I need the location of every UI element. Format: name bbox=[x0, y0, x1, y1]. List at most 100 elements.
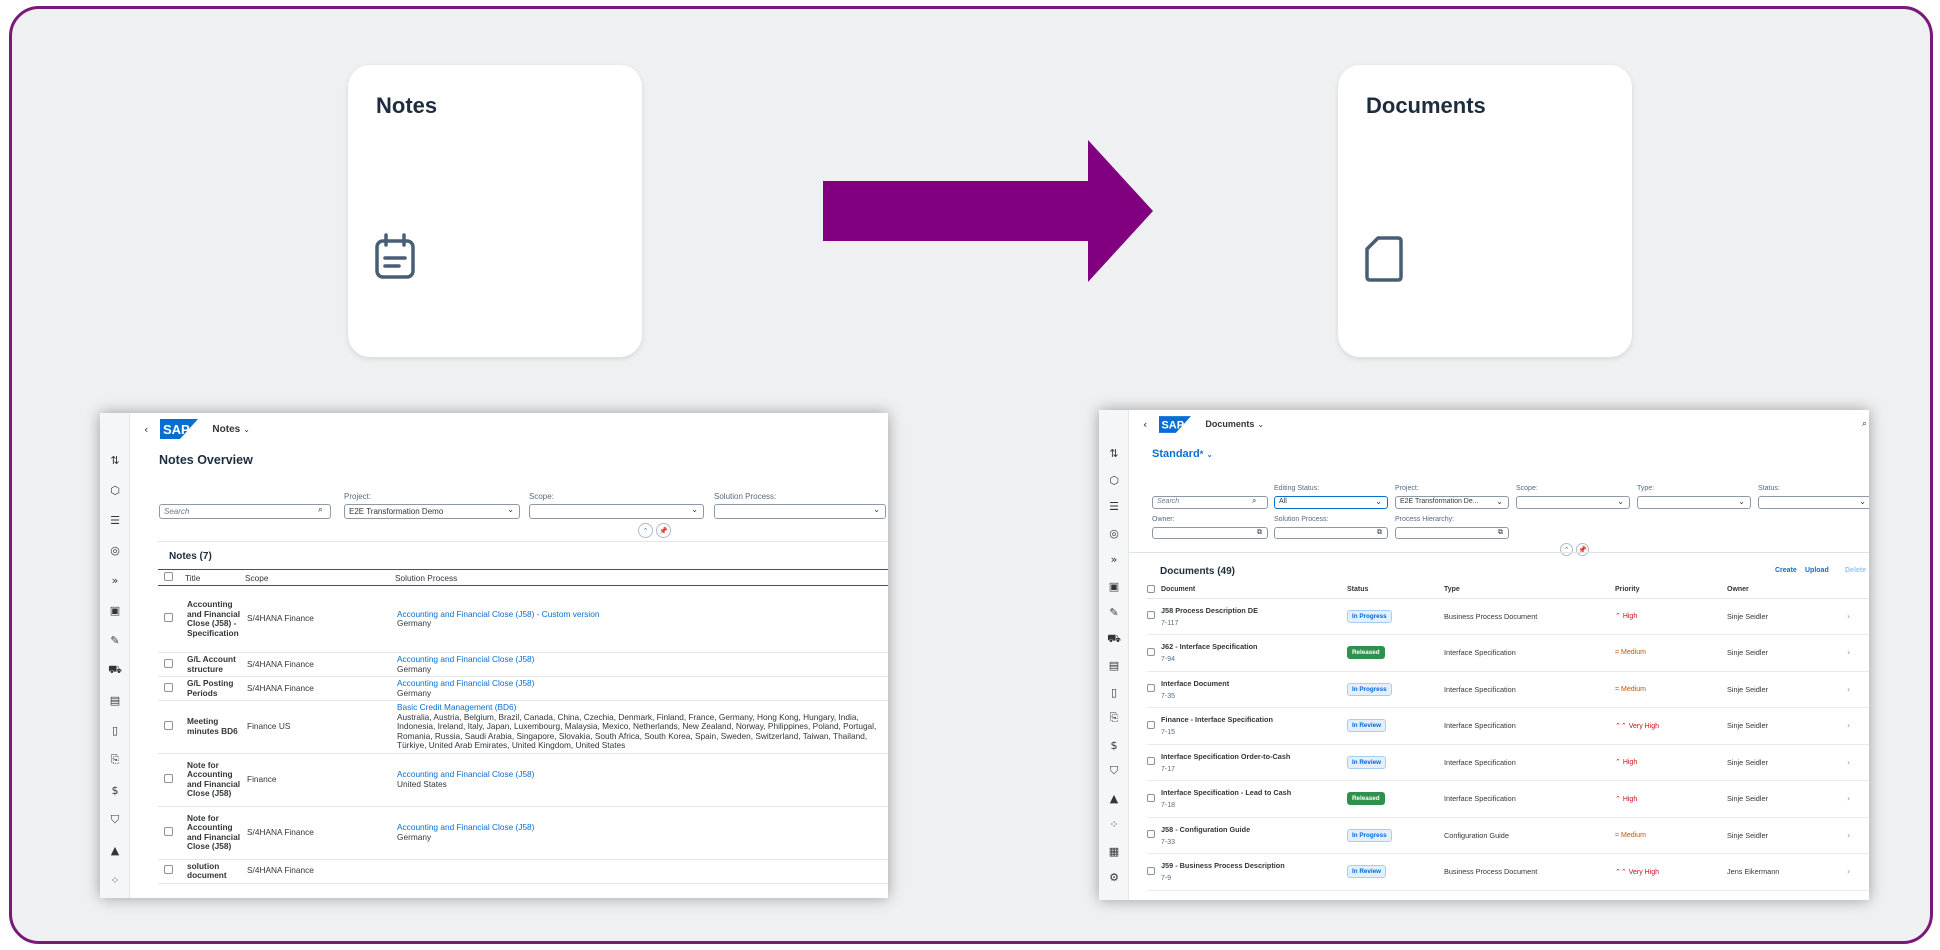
app-title[interactable]: Notes bbox=[212, 424, 240, 435]
warning-icon[interactable]: ▲ bbox=[106, 841, 124, 859]
warning-icon[interactable]: ▲ bbox=[1105, 789, 1123, 807]
column-header[interactable]: Solution Process bbox=[395, 569, 888, 586]
project-select[interactable]: E2E Transformation Demo ⌄ bbox=[344, 504, 520, 519]
table-row[interactable]: J58 - Configuration Guide 7-33 In Progres… bbox=[1147, 817, 1869, 854]
notes-tile[interactable]: Notes bbox=[348, 65, 642, 357]
solution-process-link[interactable]: Accounting and Financial Close (J58) bbox=[397, 654, 886, 665]
solution-process-link[interactable]: Accounting and Financial Close (J58) - C… bbox=[397, 609, 886, 620]
table-row[interactable]: J59 - Business Process Description 7-9 In… bbox=[1147, 853, 1869, 891]
table-row[interactable]: Interface Specification Order-to-Cash 7-1… bbox=[1147, 744, 1869, 781]
variant-selector[interactable]: Standard* ⌄ bbox=[1152, 448, 1213, 460]
column-header[interactable]: Scope bbox=[245, 569, 395, 586]
row-checkbox[interactable] bbox=[1147, 757, 1155, 766]
upload-button[interactable]: Upload bbox=[1805, 567, 1829, 574]
process-hierarchy-input[interactable]: ⧉ bbox=[1395, 527, 1509, 539]
notes-calendar-icon[interactable]: ▤ bbox=[1105, 656, 1123, 674]
documents-tile[interactable]: Documents bbox=[1338, 65, 1632, 357]
row-checkbox[interactable] bbox=[164, 682, 173, 692]
presentation-icon[interactable]: ▣ bbox=[106, 601, 124, 619]
pin-icon[interactable]: 📌 bbox=[656, 523, 671, 538]
back-icon[interactable]: ‹ bbox=[144, 423, 148, 436]
clipboard-icon[interactable]: ⎘ bbox=[1105, 709, 1123, 727]
process-icon[interactable]: » bbox=[1105, 550, 1123, 568]
collapse-filter-icon[interactable]: ⌃ bbox=[638, 523, 653, 538]
project-select[interactable]: E2E Transformation De... ⌄ bbox=[1395, 496, 1509, 509]
type-select[interactable]: ⌄ bbox=[1637, 496, 1751, 509]
cube-icon[interactable]: ⬡ bbox=[106, 481, 124, 499]
owner-input[interactable]: ⧉ bbox=[1152, 527, 1268, 539]
row-checkbox[interactable] bbox=[1147, 830, 1155, 839]
shield-icon[interactable]: ⛉ bbox=[106, 811, 124, 829]
pin-icon[interactable]: 📌 bbox=[1576, 543, 1589, 556]
edit-icon[interactable]: ✎ bbox=[106, 631, 124, 649]
solution-process-input[interactable]: ⧉ bbox=[1274, 527, 1388, 539]
table-row[interactable]: Note for Accounting and Financial Close … bbox=[158, 753, 888, 807]
table-row[interactable]: Meeting minutes BD6 Finance US Basic Cre… bbox=[158, 700, 888, 754]
solution-process-link[interactable]: Accounting and Financial Close (J58) bbox=[397, 678, 886, 689]
row-checkbox[interactable] bbox=[1147, 611, 1155, 620]
clipboard-icon[interactable]: ⎘ bbox=[106, 751, 124, 769]
collapse-filter-icon[interactable]: ⌃ bbox=[1560, 543, 1573, 556]
column-header[interactable]: Document bbox=[1161, 582, 1347, 599]
column-header[interactable]: Owner bbox=[1727, 582, 1847, 599]
report-icon[interactable]: ▦ bbox=[1105, 842, 1123, 860]
row-checkbox[interactable] bbox=[1147, 720, 1155, 729]
document-icon[interactable]: ▯ bbox=[1105, 683, 1123, 701]
edit-icon[interactable]: ✎ bbox=[1105, 603, 1123, 621]
search-icon[interactable]: ⌕ bbox=[1862, 419, 1867, 429]
row-checkbox[interactable] bbox=[164, 721, 173, 730]
row-checkbox[interactable] bbox=[1147, 684, 1155, 693]
scope-select[interactable]: ⌄ bbox=[1516, 496, 1630, 509]
presentation-icon[interactable]: ▣ bbox=[1105, 577, 1123, 595]
table-row[interactable]: G/L Account structure S/4HANA Finance Ac… bbox=[158, 652, 888, 677]
truck-icon[interactable]: ⛟ bbox=[106, 661, 124, 679]
table-row[interactable]: J58 Process Description DE 7-117 In Progr… bbox=[1147, 598, 1869, 635]
row-checkbox[interactable] bbox=[1147, 866, 1155, 875]
solution-process-link[interactable]: Accounting and Financial Close (J58) bbox=[397, 822, 886, 833]
sort-icon[interactable]: ⇅ bbox=[1105, 444, 1123, 462]
row-checkbox[interactable] bbox=[164, 658, 173, 668]
status-select[interactable]: ⌄ bbox=[1758, 496, 1869, 509]
select-all-checkbox[interactable] bbox=[164, 572, 173, 581]
apps-icon[interactable]: ⁘ bbox=[1105, 815, 1123, 833]
chevron-down-icon[interactable]: ⌄ bbox=[243, 425, 250, 434]
column-header[interactable]: Status bbox=[1347, 582, 1444, 599]
cube-icon[interactable]: ⬡ bbox=[1105, 471, 1123, 489]
notes-calendar-icon[interactable]: ▤ bbox=[106, 691, 124, 709]
apps-icon[interactable]: ⁘ bbox=[106, 871, 124, 889]
chevron-right-icon[interactable]: › bbox=[1847, 685, 1850, 694]
table-row[interactable]: Accounting and Financial Close (J58) - S… bbox=[158, 585, 888, 653]
scope-select[interactable]: ⌄ bbox=[529, 504, 704, 519]
chevron-right-icon[interactable]: › bbox=[1847, 831, 1850, 840]
money-icon[interactable]: $ bbox=[106, 781, 124, 799]
solution-process-link[interactable]: Basic Credit Management (BD6) bbox=[397, 702, 886, 713]
shield-icon[interactable]: ⛉ bbox=[1105, 762, 1123, 780]
chevron-down-icon[interactable]: ⌄ bbox=[1257, 420, 1264, 429]
delete-button[interactable]: Delete bbox=[1845, 567, 1866, 574]
table-row[interactable]: Interface Document 7-35 In Progress Inter… bbox=[1147, 671, 1869, 708]
create-button[interactable]: Create bbox=[1775, 567, 1797, 574]
app-title[interactable]: Documents bbox=[1205, 419, 1254, 429]
select-all-checkbox[interactable] bbox=[1147, 584, 1155, 593]
back-icon[interactable]: ‹ bbox=[1143, 418, 1147, 431]
chevron-right-icon[interactable]: › bbox=[1847, 867, 1850, 876]
chevron-right-icon[interactable]: › bbox=[1847, 648, 1850, 657]
chevron-right-icon[interactable]: › bbox=[1847, 794, 1850, 803]
checklist-icon[interactable]: ☰ bbox=[1105, 497, 1123, 515]
row-checkbox[interactable] bbox=[164, 826, 173, 836]
search-input[interactable]: Search bbox=[1152, 496, 1268, 509]
settings-icon[interactable]: ⚙ bbox=[1105, 868, 1123, 886]
row-checkbox[interactable] bbox=[164, 865, 173, 875]
search-input[interactable]: Search bbox=[159, 504, 331, 519]
chevron-right-icon[interactable]: › bbox=[1847, 758, 1850, 767]
table-row[interactable]: Note for Accounting and Financial Close … bbox=[158, 806, 888, 860]
target-icon[interactable]: ◎ bbox=[1105, 524, 1123, 542]
row-checkbox[interactable] bbox=[164, 613, 173, 623]
table-row[interactable]: G/L Posting Periods S/4HANA Finance Acco… bbox=[158, 676, 888, 701]
row-checkbox[interactable] bbox=[1147, 647, 1155, 656]
process-icon[interactable]: » bbox=[106, 571, 124, 589]
column-header[interactable]: Type bbox=[1444, 582, 1615, 599]
target-icon[interactable]: ◎ bbox=[106, 541, 124, 559]
solution-process-link[interactable]: Accounting and Financial Close (J58) bbox=[397, 769, 886, 780]
row-checkbox[interactable] bbox=[164, 773, 173, 783]
